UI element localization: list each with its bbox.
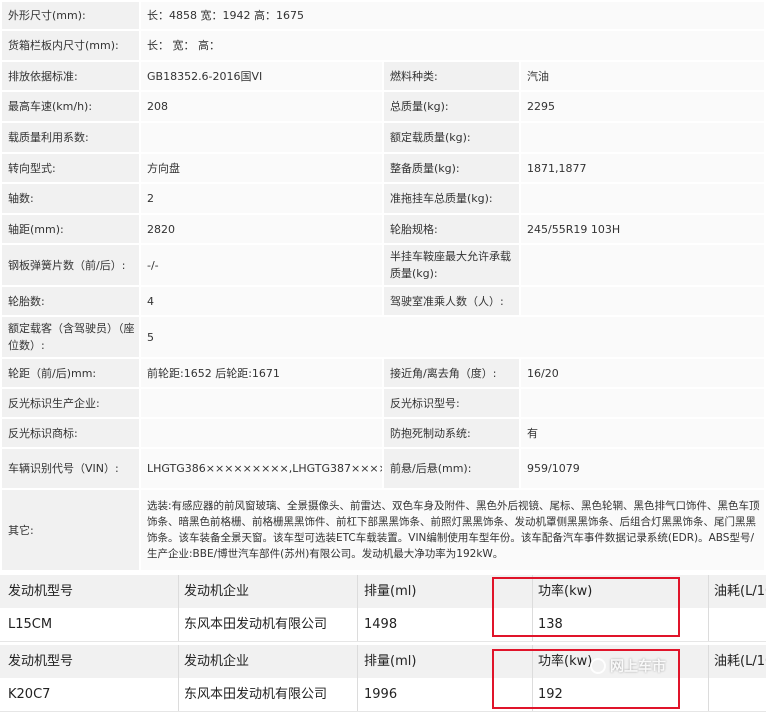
spec-row: 钢板弹簧片数（前/后）: -/- 半挂车鞍座最大允许承载质量(kg): [2, 245, 766, 287]
emission-label: 排放依据标准: [2, 62, 141, 92]
engine-displacement-header: 排量(ml) [364, 584, 417, 599]
abs-value: 有 [521, 419, 766, 449]
steering-label: 转向型式: [2, 154, 141, 184]
cab-label: 驾驶室准乘人数（人）: [384, 287, 521, 317]
reflector-model-value [521, 389, 766, 419]
spec-row: 其它: 选装:有感应器的前风窗玻璃、全景摄像头、前雷达、双色车身及附件、黑色外后… [2, 490, 766, 572]
tire-label: 轮胎规格: [384, 215, 521, 245]
emission-value: GB18352.6-2016国VI [141, 62, 384, 92]
watermark-logo-icon [590, 658, 606, 674]
reflector-brand-value [141, 419, 384, 449]
saddle-label: 半挂车鞍座最大允许承载质量(kg): [384, 245, 521, 287]
axles-label: 轴数: [2, 184, 141, 215]
site-watermark: 网上车市 [590, 655, 666, 677]
wheelbase-value: 2820 [141, 215, 384, 245]
cargo-value: 长： 宽： 高： [141, 31, 766, 62]
engine-model: K20C7 [8, 687, 51, 702]
engine-displacement: 1996 [364, 687, 398, 702]
engine-displacement-header: 排量(ml) [364, 654, 417, 669]
speed-label: 最高车速(km/h): [2, 92, 141, 123]
engine-model-header: 发动机型号 [8, 584, 74, 599]
spec-row: 轮胎数: 4 驾驶室准乘人数（人）: [2, 287, 766, 317]
reflector-maker-label: 反光标识生产企业: [2, 389, 141, 419]
other-value: 选装:有感应器的前风窗玻璃、全景摄像头、前雷达、双色车身及附件、黑色外后视镜、尾… [141, 490, 766, 572]
engine-company-header: 发动机企业 [184, 584, 250, 599]
steering-value: 方向盘 [141, 154, 384, 184]
load-util-label: 载质量利用系数: [2, 123, 141, 154]
load-util-value [141, 123, 384, 154]
seats-value: 5 [141, 317, 766, 359]
power-highlight-box [492, 577, 680, 637]
curb-mass-label: 整备质量(kg): [384, 154, 521, 184]
trailer-label: 准拖挂车总质量(kg): [384, 184, 521, 215]
engine-company: 东风本田发动机有限公司 [184, 617, 328, 632]
engine-company: 东风本田发动机有限公司 [184, 687, 328, 702]
engine-displacement: 1498 [364, 617, 398, 632]
saddle-value [521, 245, 766, 287]
wheelbase-label: 轴距(mm): [2, 215, 141, 245]
other-label: 其它: [2, 490, 141, 572]
spring-value: -/- [141, 245, 384, 287]
fuel-label: 燃料种类: [384, 62, 521, 92]
spec-row: 轴数: 2 准拖挂车总质量(kg): [2, 184, 766, 215]
spring-label: 钢板弹簧片数（前/后）: [2, 245, 141, 287]
column-divider [357, 575, 358, 641]
axles-value: 2 [141, 184, 384, 215]
column-divider [708, 645, 709, 711]
speed-value: 208 [141, 92, 384, 123]
rated-load-label: 额定载质量(kg): [384, 123, 521, 154]
tire-value: 245/55R19 103H [521, 215, 766, 245]
trailer-value [521, 184, 766, 215]
total-mass-value: 2295 [521, 92, 766, 123]
spec-row: 反光标识生产企业: 反光标识型号: [2, 389, 766, 419]
total-mass-label: 总质量(kg): [384, 92, 521, 123]
spec-row: 载质量利用系数: 额定载质量(kg): [2, 123, 766, 154]
abs-label: 防抱死制动系统: [384, 419, 521, 449]
rated-load-value [521, 123, 766, 154]
dimensions-label: 外形尺寸(mm): [2, 2, 141, 31]
cab-value [521, 287, 766, 317]
reflector-maker-value [141, 389, 384, 419]
overhang-value: 959/1079 [521, 449, 766, 490]
watermark-text: 网上车市 [610, 659, 666, 675]
engine-fuel-header: 油耗(L/100km) [714, 584, 766, 599]
spec-row: 货箱栏板内尺寸(mm): 长： 宽： 高： [2, 31, 766, 62]
angle-label: 接近角/离去角（度）: [384, 359, 521, 389]
reflector-model-label: 反光标识型号: [384, 389, 521, 419]
column-divider [178, 645, 179, 711]
spec-row: 反光标识商标: 防抱死制动系统: 有 [2, 419, 766, 449]
engine-model-header: 发动机型号 [8, 654, 74, 669]
vin-value: LHGTG386×××××××××,LHGTG387×××××××××,LHGT… [141, 449, 384, 490]
curb-mass-value: 1871,1877 [521, 154, 766, 184]
spec-row: 排放依据标准: GB18352.6-2016国VI 燃料种类: 汽油 [2, 62, 766, 92]
engine-model: L15CM [8, 617, 53, 632]
spec-row: 车辆识别代号（VIN）: LHGTG386×××××××××,LHGTG387×… [2, 449, 766, 490]
vin-label: 车辆识别代号（VIN）: [2, 449, 141, 490]
overhang-label: 前悬/后悬(mm): [384, 449, 521, 490]
engine-company-header: 发动机企业 [184, 654, 250, 669]
track-label: 轮距（前/后)mm: [2, 359, 141, 389]
spec-row: 转向型式: 方向盘 整备质量(kg): 1871,1877 [2, 154, 766, 184]
dimensions-value: 长：4858 宽：1942 高：1675 [141, 2, 766, 31]
column-divider [708, 575, 709, 641]
spec-row: 最高车速(km/h): 208 总质量(kg): 2295 [2, 92, 766, 123]
reflector-brand-label: 反光标识商标: [2, 419, 141, 449]
column-divider [357, 645, 358, 711]
fuel-value: 汽油 [521, 62, 766, 92]
column-divider [178, 575, 179, 641]
track-value: 前轮距:1652 后轮距:1671 [141, 359, 384, 389]
spec-row: 轮距（前/后)mm: 前轮距:1652 后轮距:1671 接近角/离去角（度）:… [2, 359, 766, 389]
seats-label: 额定载客（含驾驶员）（座位数）: [2, 317, 141, 359]
vehicle-spec-table: 外形尺寸(mm): 长：4858 宽：1942 高：1675 货箱栏板内尺寸(m… [2, 2, 766, 572]
spec-row: 轴距(mm): 2820 轮胎规格: 245/55R19 103H [2, 215, 766, 245]
spec-row: 额定载客（含驾驶员）（座位数）: 5 [2, 317, 766, 359]
cargo-label: 货箱栏板内尺寸(mm): [2, 31, 141, 62]
angle-value: 16/20 [521, 359, 766, 389]
engine-fuel-header: 油耗(L/100km) [714, 654, 766, 669]
spec-row: 外形尺寸(mm): 长：4858 宽：1942 高：1675 [2, 2, 766, 31]
tire-count-value: 4 [141, 287, 384, 317]
tire-count-label: 轮胎数: [2, 287, 141, 317]
